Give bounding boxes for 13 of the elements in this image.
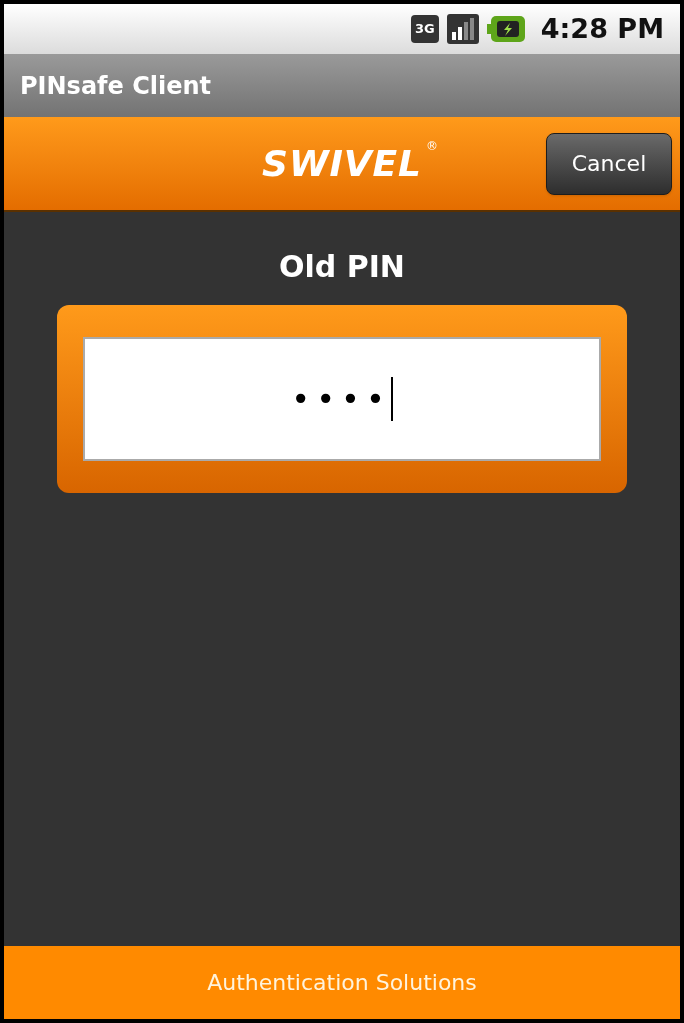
- signal-icon: [446, 14, 479, 44]
- pin-field[interactable]: ••••: [83, 337, 601, 461]
- battery-charging-icon: [486, 16, 525, 42]
- window-title: PINsafe Client: [20, 70, 212, 102]
- clock: 4:28 PM: [540, 11, 664, 46]
- brand-logo: SWIVEL: [262, 141, 422, 186]
- cancel-button[interactable]: Cancel: [546, 132, 672, 195]
- text-cursor: [390, 377, 393, 421]
- network-badge: 3G: [411, 15, 439, 43]
- pin-value: ••••: [291, 379, 391, 420]
- registered-mark: ®: [425, 137, 438, 155]
- footer-text: Authentication Solutions: [207, 969, 477, 997]
- prompt-label: Old PIN: [279, 248, 405, 286]
